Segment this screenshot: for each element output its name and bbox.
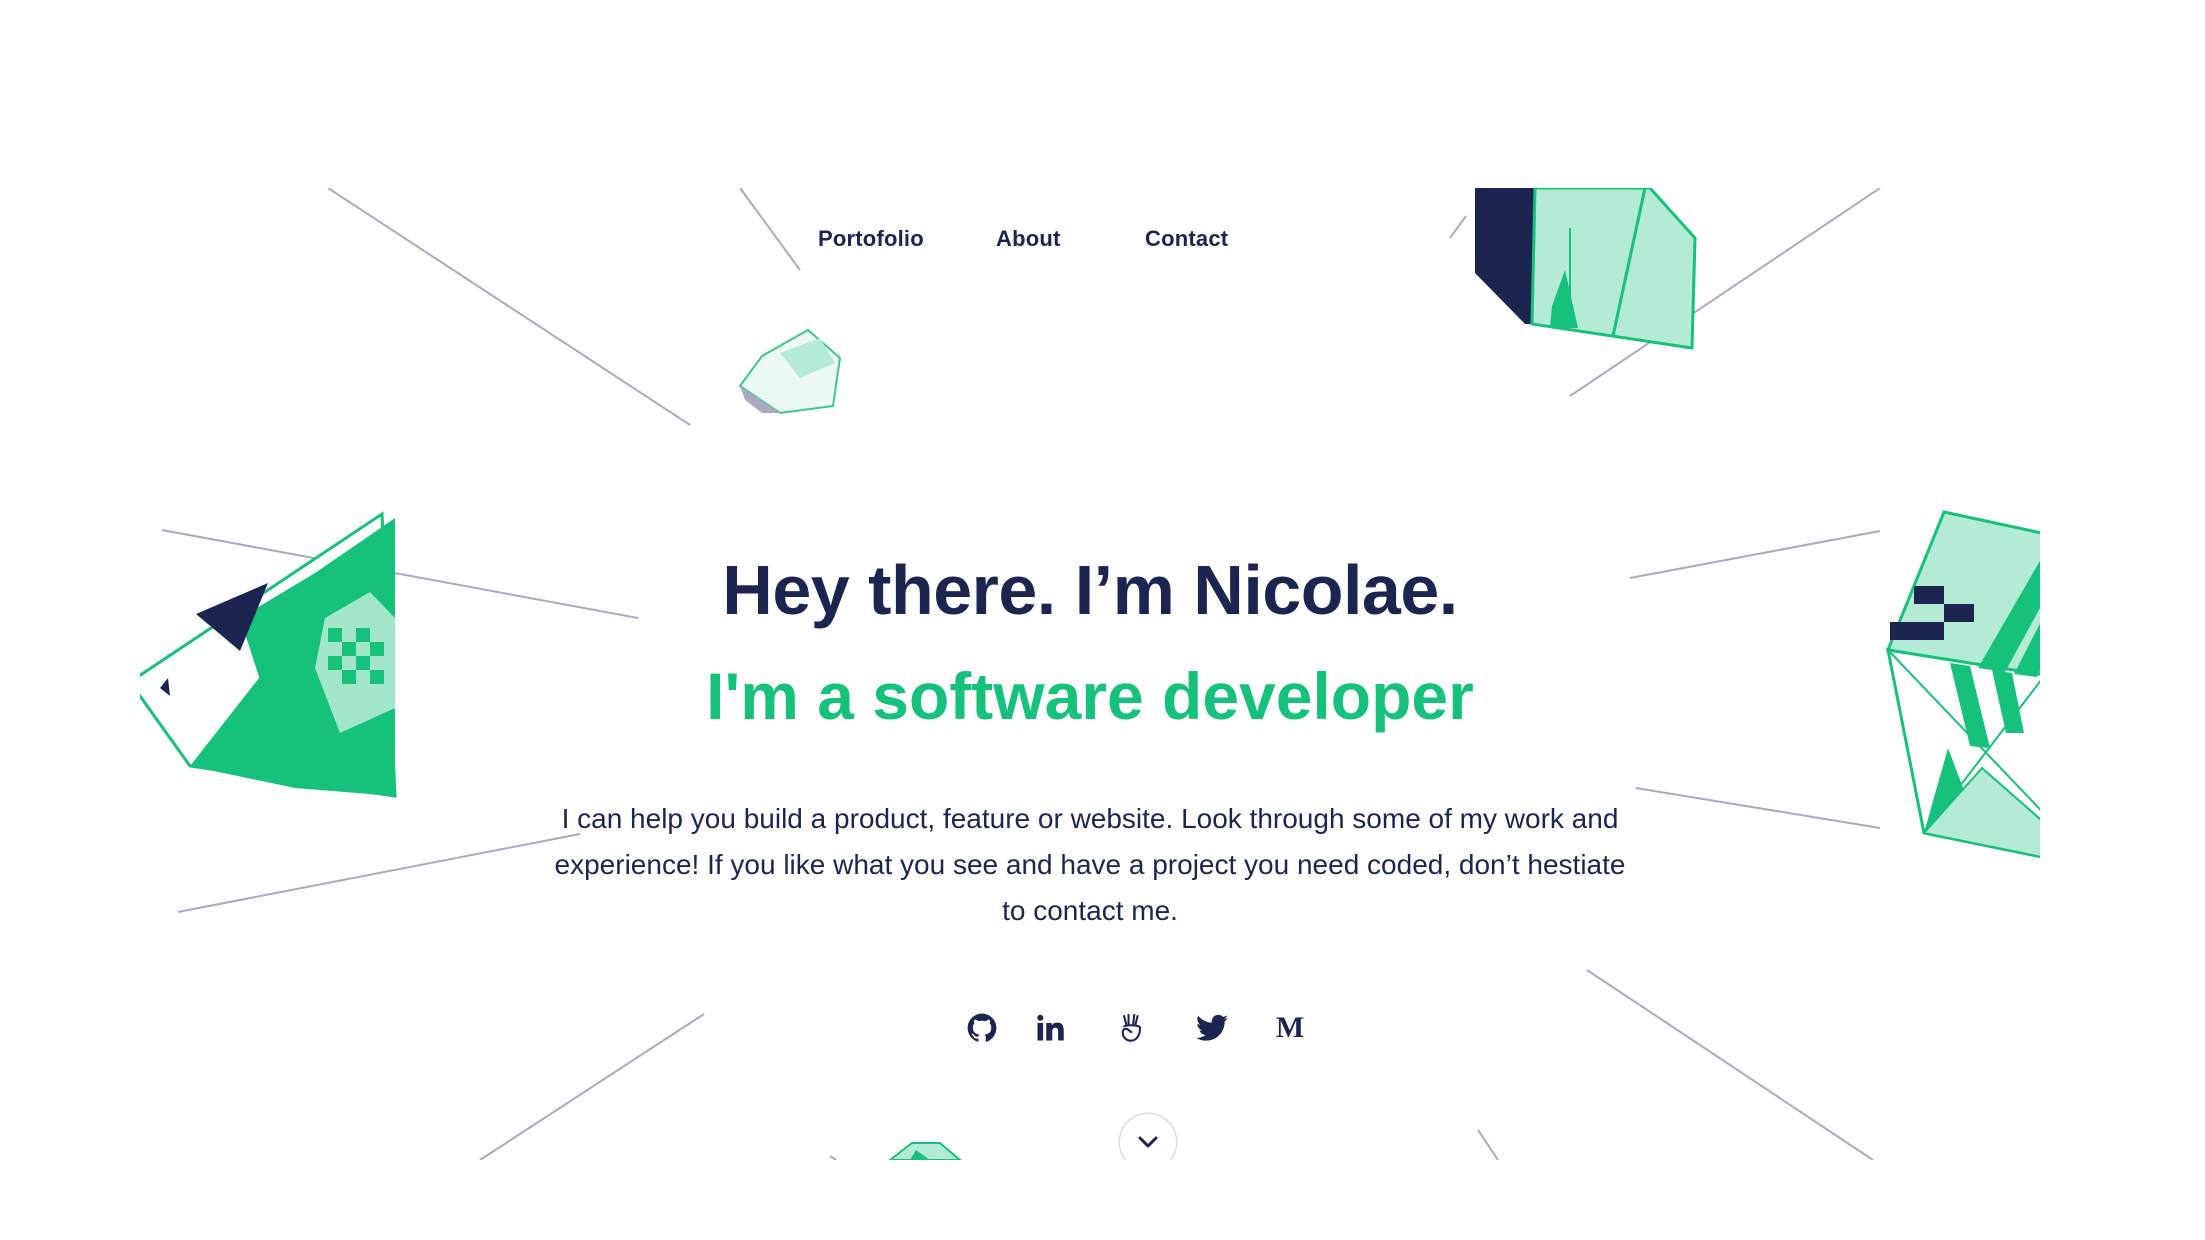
medium-icon[interactable]: M: [1270, 1008, 1310, 1048]
medium-glyph: M: [1275, 1011, 1305, 1044]
hero-intro: I can help you build a product, feature …: [540, 796, 1640, 934]
github-icon[interactable]: [962, 1008, 1002, 1048]
chevron-down-icon: [1138, 1136, 1158, 1148]
intro-line: to contact me.: [1002, 895, 1178, 926]
intro-line: I can help you build a product, feature …: [561, 803, 1619, 834]
nav-item-portofolio[interactable]: Portofolio: [818, 226, 924, 252]
bottom-shape: [829, 1142, 962, 1160]
hero-subheadline: I'm a software developer: [706, 659, 1474, 733]
linkedin-icon[interactable]: [1030, 1008, 1070, 1048]
main-nav: Portofolio About Contact: [140, 226, 2040, 276]
angellist-icon[interactable]: [1112, 1008, 1152, 1048]
social-links: M: [140, 1008, 2040, 1058]
intro-line: experience! If you like what you see and…: [554, 849, 1626, 880]
page: Portofolio About Contact Hey there. I’m …: [0, 0, 2205, 1240]
small-cube-shape: [738, 328, 842, 415]
twitter-icon[interactable]: [1192, 1008, 1232, 1048]
hero-headline: Hey there. I’m Nicolae.: [722, 551, 1458, 629]
hero-section: Portofolio About Contact Hey there. I’m …: [140, 188, 2040, 1160]
nav-item-contact[interactable]: Contact: [1145, 226, 1228, 252]
nav-item-about[interactable]: About: [996, 226, 1061, 252]
